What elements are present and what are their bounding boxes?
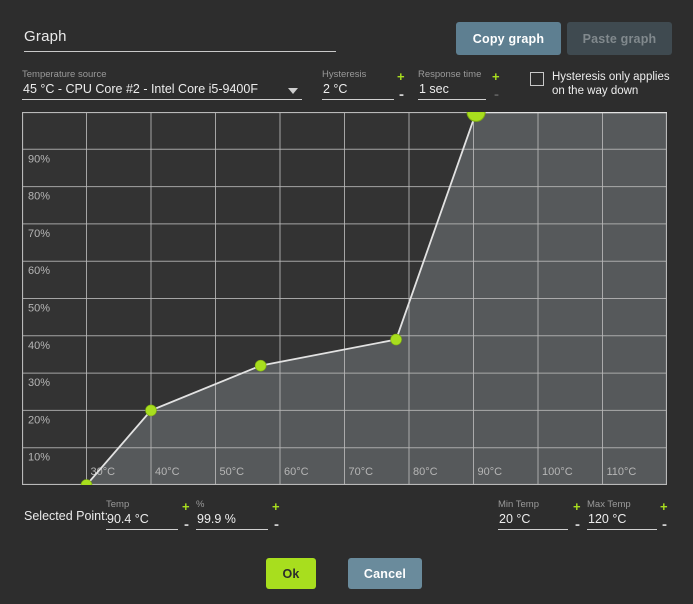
fan-curve-graph[interactable]: 10%20%30%40%50%60%70%80%90%30°C40°C50°C6… [22,112,667,485]
copy-graph-button[interactable]: Copy graph [456,22,561,55]
hysteresis-way-down-row[interactable]: Hysteresis only applies on the way down [530,70,682,98]
response-time-input[interactable] [418,81,486,100]
fan-curve-dialog: { "window": { "title": "Graph" }, "toolb… [0,0,693,604]
max-temp-field: Max Temp [587,499,657,530]
hysteresis-label: Hysteresis [322,69,394,80]
x-axis-tick-label: 80°C [413,466,438,478]
hysteresis-field: Hysteresis [322,69,394,100]
selected-temp-label: Temp [106,499,178,510]
temperature-source-label: Temperature source [22,69,302,80]
min-temp-label: Min Temp [498,499,568,510]
selected-percent-input[interactable] [196,511,268,530]
x-axis-tick-label: 90°C [478,466,503,478]
temperature-source-select[interactable] [22,81,302,100]
selected-temp-input[interactable] [106,511,178,530]
x-axis-tick-label: 60°C [284,466,309,478]
selected-percent-field: % [196,499,268,530]
response-time-decrement-button: - [494,87,499,102]
max-temp-label: Max Temp [587,499,657,510]
selected-temp-decrement-button[interactable]: - [184,517,189,532]
selected-temp-increment-button[interactable]: + [182,500,190,513]
y-axis-tick-label: 20% [28,414,50,426]
hysteresis-way-down-checkbox[interactable] [530,72,544,86]
hysteresis-increment-button[interactable]: + [397,70,405,83]
max-temp-decrement-button[interactable]: - [662,517,667,532]
fan-curve-plot[interactable]: 10%20%30%40%50%60%70%80%90%30°C40°C50°C6… [22,112,667,485]
selected-percent-label: % [196,499,268,510]
response-time-increment-button[interactable]: + [492,70,500,83]
y-axis-tick-label: 90% [28,153,50,165]
min-temp-input[interactable] [498,511,568,530]
selected-temp-field: Temp [106,499,178,530]
y-axis-tick-label: 70% [28,228,50,240]
y-axis-tick-label: 60% [28,265,50,277]
temperature-source-field[interactable]: Temperature source [22,69,302,100]
graph-title-input[interactable] [24,28,336,52]
x-axis-tick-label: 50°C [220,466,245,478]
y-axis-tick-label: 80% [28,191,50,203]
y-axis-tick-label: 30% [28,377,50,389]
hysteresis-decrement-button[interactable]: - [399,87,404,102]
x-axis-tick-label: 110°C [607,466,637,478]
hysteresis-input[interactable] [322,81,394,100]
cancel-button[interactable]: Cancel [348,558,422,589]
response-time-label: Response time [418,69,486,80]
x-axis-tick-label: 40°C [155,466,180,478]
paste-graph-button: Paste graph [567,22,672,55]
max-temp-input[interactable] [587,511,657,530]
min-temp-increment-button[interactable]: + [573,500,581,513]
min-temp-decrement-button[interactable]: - [575,517,580,532]
curve-point[interactable] [255,360,266,371]
ok-button[interactable]: Ok [266,558,316,589]
x-axis-tick-label: 100°C [542,466,573,478]
hysteresis-way-down-label: Hysteresis only applies on the way down [552,70,682,98]
y-axis-tick-label: 40% [28,340,50,352]
response-time-field: Response time [418,69,486,100]
selected-percent-decrement-button[interactable]: - [274,517,279,532]
y-axis-tick-label: 10% [28,452,50,464]
selected-point-label: Selected Point: [24,509,108,523]
curve-point[interactable] [146,405,157,416]
min-temp-field: Min Temp [498,499,568,530]
x-axis-tick-label: 70°C [349,466,374,478]
y-axis-tick-label: 50% [28,303,50,315]
curve-point[interactable] [391,334,402,345]
dialog-header: Copy graph Paste graph [0,0,693,56]
selected-percent-increment-button[interactable]: + [272,500,280,513]
max-temp-increment-button[interactable]: + [660,500,668,513]
